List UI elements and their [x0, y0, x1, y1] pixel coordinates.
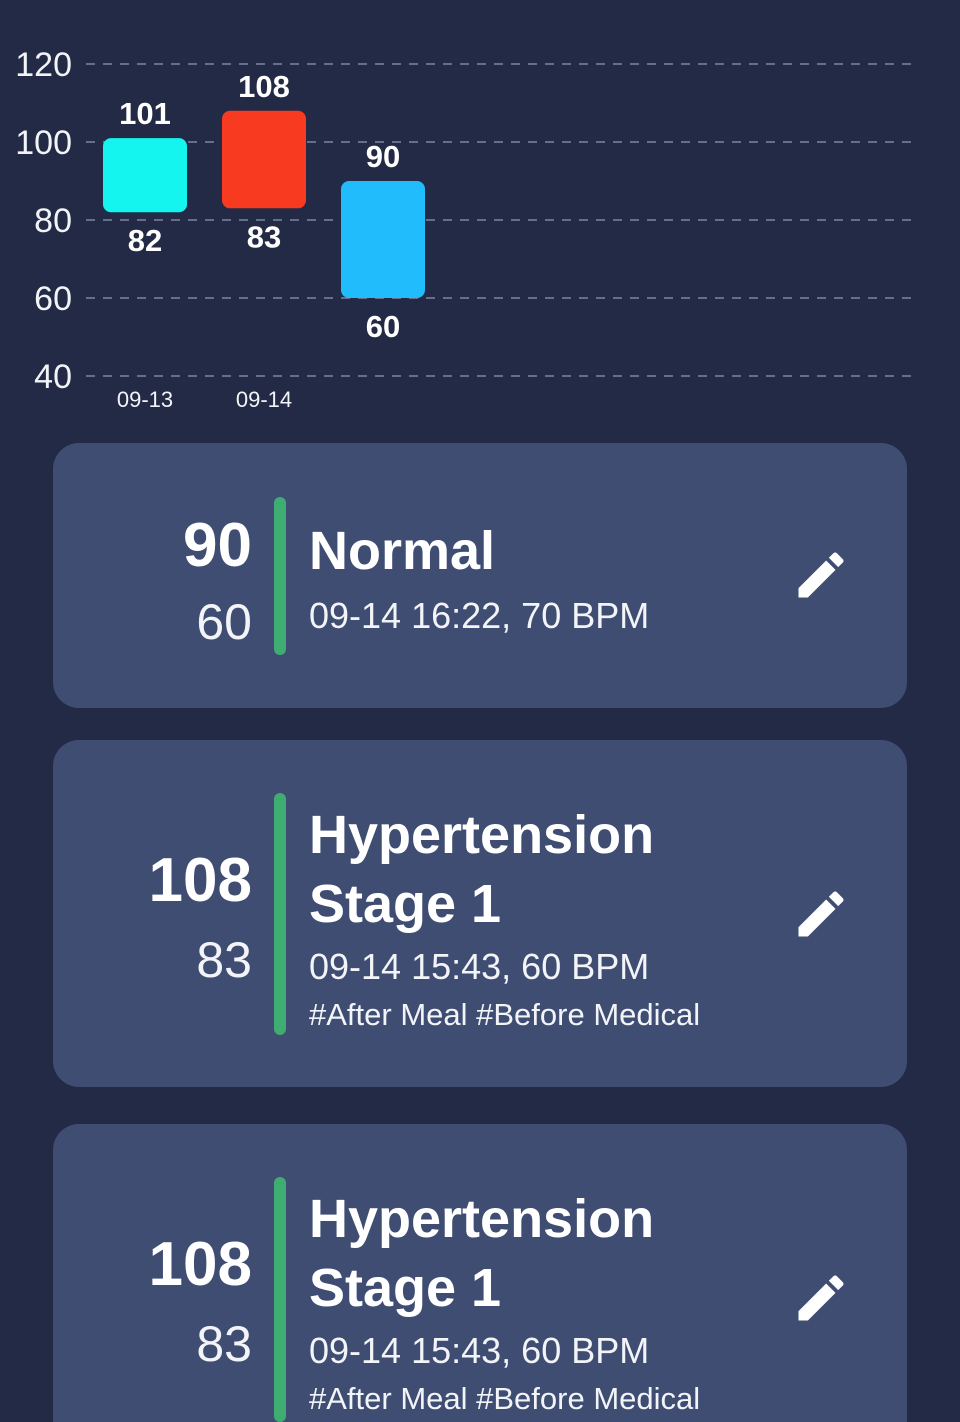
edit-button[interactable] [791, 884, 851, 944]
bar [222, 110, 306, 209]
systolic-value: 108 [148, 1230, 252, 1299]
y-tick-label: 60 [34, 280, 72, 318]
status-indicator [274, 1177, 286, 1422]
y-tick-label: 120 [15, 46, 72, 84]
status-label-line-2: Stage 1 [309, 874, 502, 934]
diastolic-value: 60 [196, 594, 252, 650]
record-card[interactable]: 90 60 Normal 09-14 16:22, 70 BPM [53, 443, 907, 708]
bar-high-label: 108 [238, 69, 290, 104]
pencil-icon [798, 552, 844, 598]
diastolic-value: 83 [196, 932, 252, 988]
edit-button[interactable] [791, 545, 851, 605]
diastolic-value: 83 [196, 1316, 252, 1372]
status-indicator [274, 497, 286, 655]
pencil-icon [798, 891, 844, 937]
systolic-value: 90 [183, 511, 252, 580]
record-tags: #After Meal #Before Medical [309, 1381, 701, 1416]
bar-high-label: 90 [366, 139, 400, 174]
record-card[interactable]: 108 83 Hypertension Stage 1 09-14 15:43,… [53, 1124, 907, 1422]
record-meta: 09-14 16:22, 70 BPM [309, 595, 650, 636]
bar-low-label: 60 [366, 309, 400, 344]
systolic-value: 108 [148, 846, 252, 915]
status-label: Normal [309, 521, 496, 581]
pencil-icon [798, 1275, 844, 1321]
status-label-line-1: Hypertension [309, 805, 655, 865]
blood-pressure-chart: 120 100 80 60 40 101 82 09-13 108 83 09-14 90 60 [15, 46, 912, 412]
x-tick-label: 09-13 [117, 387, 173, 412]
y-tick-label: 40 [34, 358, 72, 396]
record-card[interactable]: 108 83 Hypertension Stage 1 09-14 15:43,… [53, 740, 907, 1087]
record-meta: 09-14 15:43, 60 BPM [309, 1330, 650, 1371]
bar [341, 181, 425, 298]
bar-low-label: 83 [247, 219, 281, 254]
bar [103, 138, 187, 213]
bar-low-label: 82 [128, 223, 162, 258]
status-label-line-1: Hypertension [309, 1189, 655, 1249]
x-tick-label: 09-14 [236, 387, 292, 412]
status-indicator [274, 793, 286, 1035]
status-label-line-2: Stage 1 [309, 1258, 502, 1318]
bar-high-label: 101 [119, 96, 171, 131]
record-meta: 09-14 15:43, 60 BPM [309, 946, 650, 987]
y-tick-label: 100 [15, 124, 72, 162]
record-tags: #After Meal #Before Medical [309, 997, 701, 1032]
y-tick-label: 80 [34, 202, 72, 240]
edit-button[interactable] [791, 1268, 851, 1328]
